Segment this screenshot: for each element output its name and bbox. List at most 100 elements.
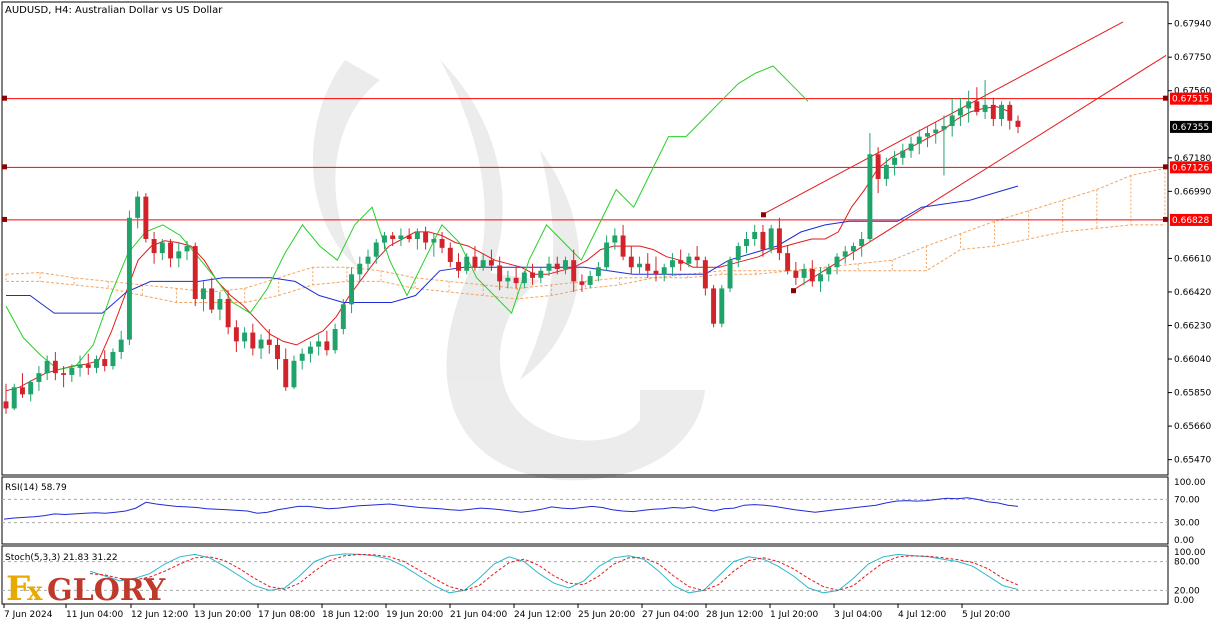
candle bbox=[233, 320, 239, 352]
candle-body bbox=[275, 344, 280, 360]
candle-body bbox=[61, 373, 67, 375]
candle-body bbox=[883, 164, 889, 179]
candle bbox=[3, 383, 9, 414]
candle-body bbox=[711, 288, 717, 324]
candle bbox=[933, 122, 939, 144]
candle bbox=[390, 231, 396, 247]
candle bbox=[604, 235, 610, 271]
candle bbox=[258, 334, 264, 360]
candle-body bbox=[719, 288, 725, 324]
candle-body bbox=[505, 277, 511, 282]
rsi-tick-label: 100.00 bbox=[1174, 478, 1206, 488]
candle-body bbox=[513, 277, 519, 284]
audusd-chart: 0.679400.677500.675600.671800.669900.666… bbox=[1, 1, 1212, 620]
candle bbox=[1015, 115, 1021, 134]
candle bbox=[908, 136, 914, 158]
candle-body bbox=[283, 359, 289, 388]
time-tick-label: 3 Jul 04:00 bbox=[834, 610, 883, 620]
candle-body bbox=[365, 256, 371, 264]
candle bbox=[900, 143, 906, 165]
candle bbox=[94, 355, 99, 374]
candle bbox=[982, 80, 988, 119]
candle-body bbox=[242, 332, 248, 342]
candle bbox=[200, 281, 206, 312]
candle-body bbox=[184, 246, 190, 252]
candle-body bbox=[340, 304, 346, 330]
candle bbox=[678, 249, 684, 271]
stoch-d-line bbox=[89, 553, 1019, 591]
candle-body bbox=[3, 401, 9, 409]
candle-body bbox=[842, 251, 848, 257]
candle-body bbox=[439, 239, 445, 248]
candle-body bbox=[933, 129, 939, 134]
time-tick-label: 24 Jun 12:00 bbox=[514, 610, 571, 620]
level-anchor-right bbox=[1163, 164, 1168, 170]
candle-body bbox=[456, 261, 461, 271]
candle bbox=[735, 242, 741, 268]
candle-body bbox=[892, 157, 898, 165]
candle-body bbox=[908, 143, 914, 151]
candle-body bbox=[447, 247, 453, 262]
candle bbox=[176, 242, 182, 268]
candle bbox=[242, 327, 248, 349]
stoch-label: Stoch(5,3,3) 21.83 31.22 bbox=[5, 553, 118, 563]
trend-channel bbox=[761, 21, 1167, 294]
candle-body bbox=[126, 217, 132, 340]
channel-anchor bbox=[761, 212, 766, 218]
candle-body bbox=[628, 256, 634, 268]
candle-body bbox=[809, 269, 815, 282]
candle-body bbox=[497, 265, 503, 282]
price-tag-label: 0.67126 bbox=[1172, 163, 1209, 173]
candle bbox=[776, 217, 782, 261]
candle bbox=[382, 231, 387, 250]
candle bbox=[266, 329, 272, 354]
candle-body bbox=[102, 359, 108, 367]
candle-body bbox=[209, 288, 215, 310]
candle-body bbox=[826, 267, 832, 275]
stoch-tick-label: 80.00 bbox=[1174, 558, 1200, 568]
candle bbox=[719, 284, 725, 328]
chikou-span-line bbox=[5, 65, 809, 371]
candle-body bbox=[661, 267, 667, 275]
stoch-tick-label: 100.00 bbox=[1174, 548, 1206, 558]
candle-body bbox=[332, 329, 338, 351]
candle-body bbox=[118, 339, 124, 352]
price-tick-label: 0.66420 bbox=[1174, 288, 1211, 298]
candle bbox=[859, 231, 865, 257]
price-tick-label: 0.65470 bbox=[1174, 456, 1211, 466]
candle-body bbox=[44, 360, 50, 374]
candle bbox=[464, 253, 470, 275]
candle-body bbox=[390, 235, 396, 239]
candle bbox=[209, 277, 215, 314]
candle-body bbox=[686, 256, 692, 264]
candle-body bbox=[382, 235, 387, 243]
candle bbox=[28, 380, 34, 402]
candle-body bbox=[530, 272, 536, 278]
candle bbox=[472, 246, 478, 271]
candle bbox=[744, 231, 749, 254]
time-tick-label: 19 Jun 20:00 bbox=[386, 610, 443, 620]
candle-body bbox=[678, 260, 684, 264]
candle bbox=[661, 263, 667, 282]
candles bbox=[3, 80, 1021, 414]
candle-body bbox=[834, 256, 840, 268]
candle bbox=[349, 267, 355, 314]
candle-body bbox=[727, 260, 733, 289]
time-tick-label: 21 Jun 04:00 bbox=[450, 610, 507, 620]
candle bbox=[11, 383, 17, 411]
price-tick-label: 0.67750 bbox=[1174, 53, 1211, 63]
candle-body bbox=[1015, 120, 1021, 127]
candle-body bbox=[604, 242, 610, 268]
senkou-span-a-line bbox=[5, 167, 1166, 293]
candle-body bbox=[859, 239, 865, 247]
level-anchor-right bbox=[1163, 95, 1168, 101]
candle-body bbox=[563, 260, 568, 270]
candle-body bbox=[472, 256, 478, 268]
candle bbox=[299, 348, 305, 370]
current-price-label: 0.67355 bbox=[1172, 123, 1209, 133]
candle bbox=[752, 224, 758, 247]
price-tick-label: 0.65850 bbox=[1174, 389, 1211, 399]
candle-body bbox=[653, 270, 659, 275]
stoch-pane-frame bbox=[1, 545, 1169, 605]
candle bbox=[398, 228, 404, 247]
